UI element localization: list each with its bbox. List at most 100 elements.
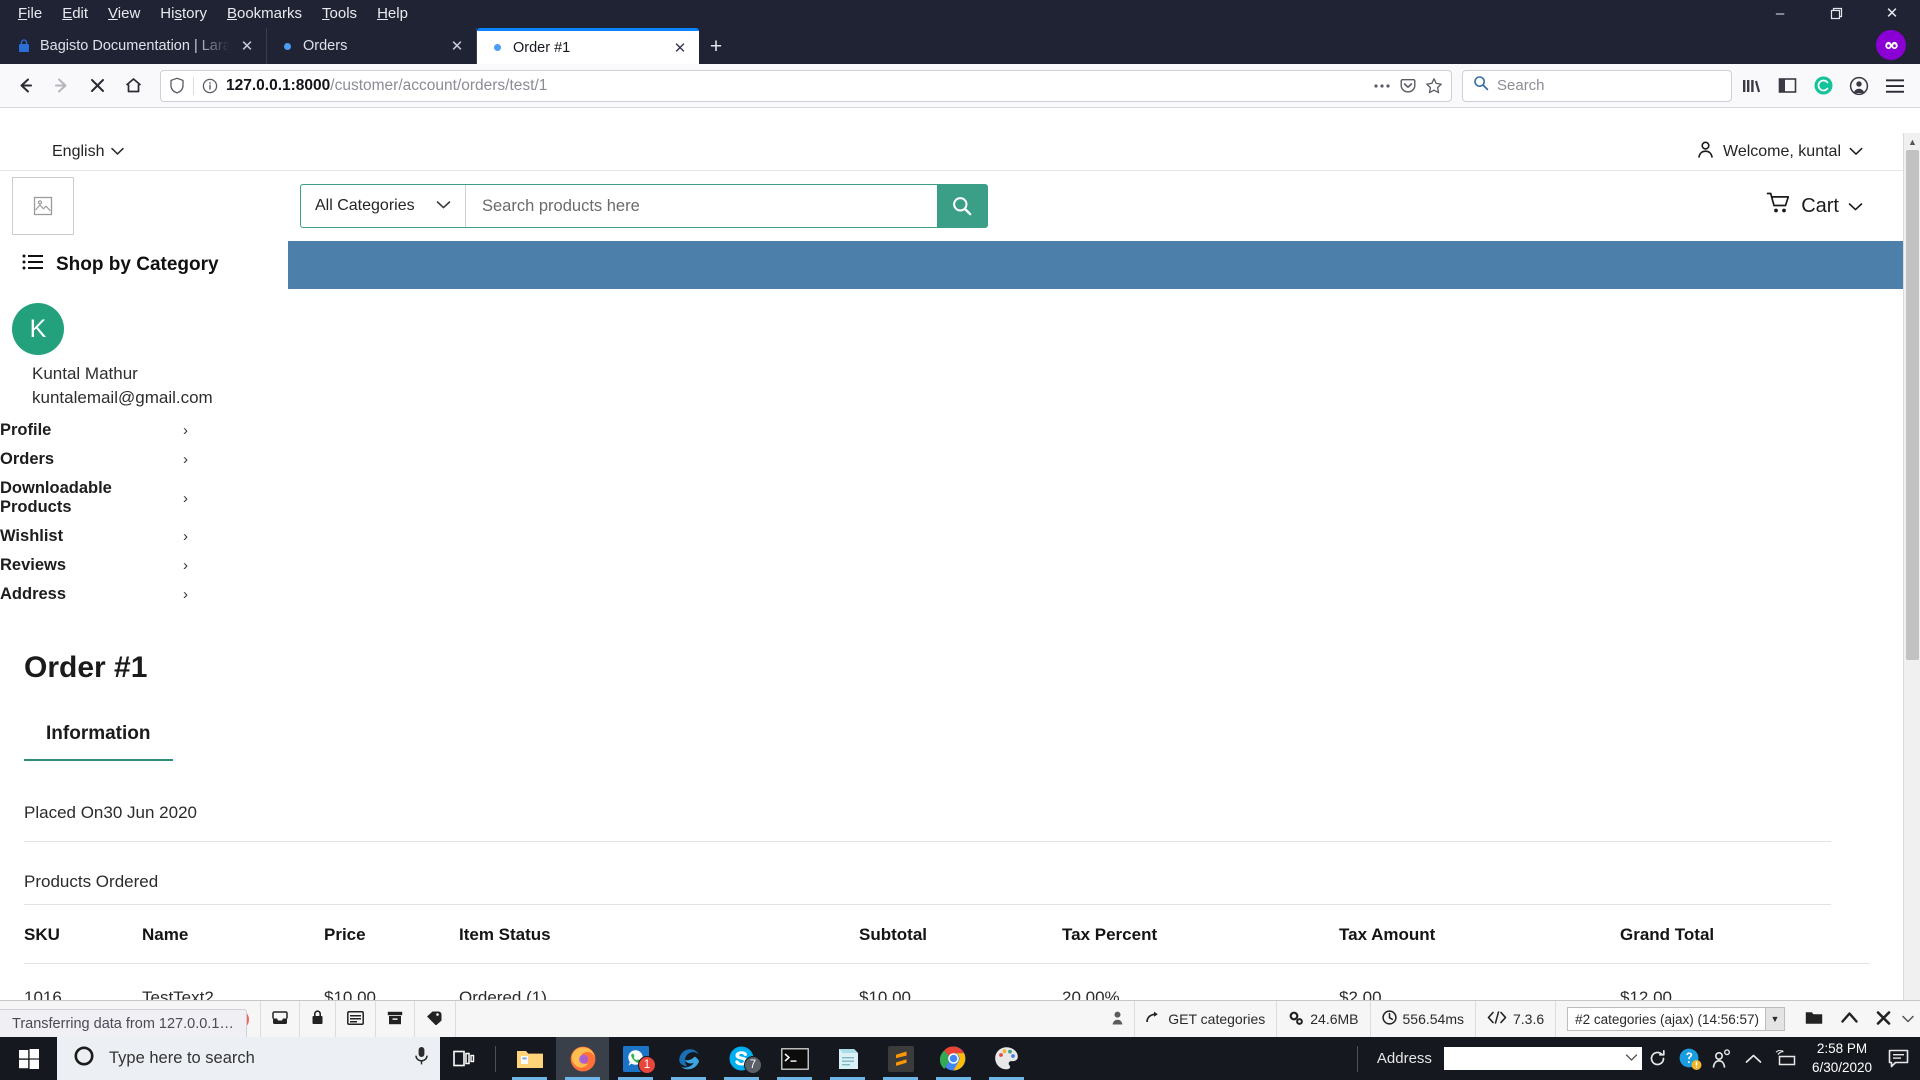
taskbar-clock[interactable]: 2:58 PM 6/30/2020	[1802, 1040, 1882, 1076]
sidebar-item-downloadable-products[interactable]: Downloadable Products ›	[0, 474, 196, 522]
debugbar-collapse-button[interactable]	[1832, 1001, 1867, 1037]
new-tab-button[interactable]: +	[699, 30, 733, 64]
back-button[interactable]	[8, 69, 42, 103]
taskbar-app-whatsapp[interactable]: 1	[609, 1037, 662, 1080]
shop-by-category-button[interactable]: Shop by Category	[0, 241, 288, 289]
tab-orders[interactable]: Orders ✕	[267, 28, 477, 64]
taskbar-app-skype[interactable]: 7	[715, 1037, 768, 1080]
chevron-down-icon[interactable]	[1625, 1053, 1638, 1065]
debugbar-events[interactable]	[415, 1001, 456, 1037]
debugbar-request[interactable]	[336, 1001, 376, 1037]
debugbar-php-version[interactable]: 7.3.6	[1476, 1001, 1557, 1037]
folder-icon	[1805, 1010, 1823, 1028]
taskbar-app-file-explorer[interactable]	[503, 1037, 556, 1080]
cart-menu[interactable]: Cart	[1766, 191, 1863, 221]
sidebar-item-label: Downloadable Products	[0, 479, 112, 516]
sidebar-item-address[interactable]: Address ›	[0, 580, 196, 609]
debugbar-route[interactable]: GET categories	[1134, 1001, 1278, 1037]
debugbar-memory[interactable]: 24.6MB	[1277, 1001, 1371, 1037]
bookmark-star-icon[interactable]	[1425, 77, 1443, 95]
product-search: All Categories Search products here	[300, 184, 988, 228]
menu-history[interactable]: History	[150, 2, 217, 25]
pocket-icon[interactable]	[1399, 77, 1417, 95]
taskbar-app-paint[interactable]	[980, 1037, 1033, 1080]
product-search-input[interactable]: Search products here	[466, 185, 937, 227]
debugbar-time[interactable]: 556.54ms	[1371, 1001, 1476, 1037]
debugbar-request-select[interactable]: #2 categories (ajax) (14:56:57) ▼	[1567, 1007, 1785, 1031]
debugbar-views[interactable]	[376, 1001, 415, 1037]
sidebar-item-profile[interactable]: Profile ›	[0, 416, 196, 445]
debugbar-close-button[interactable]	[1867, 1001, 1900, 1037]
debugbar-user[interactable]	[1101, 1001, 1134, 1037]
menu-edit[interactable]: Edit	[52, 2, 98, 25]
app-menu-icon[interactable]	[1878, 69, 1912, 103]
shield-icon[interactable]	[169, 77, 185, 94]
debugbar-expand-icon[interactable]	[1900, 1001, 1920, 1037]
time-label: 556.54ms	[1402, 1011, 1464, 1027]
product-search-button[interactable]	[937, 185, 987, 227]
show-hidden-icons-icon[interactable]	[1738, 1037, 1770, 1080]
sidebar-item-orders[interactable]: Orders ›	[0, 445, 196, 474]
close-button[interactable]: ✕	[1864, 0, 1920, 26]
sidebar-icon[interactable]	[1770, 69, 1804, 103]
maximize-button[interactable]	[1808, 0, 1864, 26]
tab-information[interactable]: Information	[24, 723, 173, 761]
browser-search-placeholder: Search	[1497, 77, 1545, 94]
welcome-menu[interactable]: Welcome, kuntal	[1696, 140, 1863, 164]
firefox-account-icon[interactable]	[1876, 30, 1906, 60]
start-button[interactable]	[0, 1037, 57, 1080]
close-icon[interactable]: ✕	[671, 39, 689, 57]
menu-view[interactable]: View	[98, 2, 150, 25]
people-icon[interactable]	[1706, 1037, 1738, 1080]
library-icon[interactable]	[1734, 69, 1768, 103]
page-scrollbar[interactable]: ▲	[1903, 133, 1920, 1000]
menu-help[interactable]: Help	[367, 2, 418, 25]
microphone-icon[interactable]	[413, 1046, 430, 1071]
address-toolbar-input[interactable]	[1443, 1047, 1642, 1070]
debugbar-open-button[interactable]	[1796, 1001, 1832, 1037]
close-icon[interactable]: ✕	[448, 37, 466, 55]
scroll-up-icon[interactable]: ▲	[1904, 133, 1920, 150]
menu-bookmarks[interactable]: Bookmarks	[217, 2, 312, 25]
home-button[interactable]	[116, 69, 150, 103]
site-logo[interactable]	[12, 177, 74, 235]
debugbar-messages[interactable]	[261, 1001, 300, 1037]
window-controls: – ✕	[1752, 0, 1920, 26]
debugbar-auth[interactable]	[300, 1001, 336, 1037]
taskbar-app-notepad[interactable]	[821, 1037, 874, 1080]
sidebar-item-reviews[interactable]: Reviews ›	[0, 551, 196, 580]
stop-button[interactable]	[80, 69, 114, 103]
url-bar[interactable]: 127.0.0.1:8000/customer/account/orders/t…	[160, 69, 1452, 102]
action-center-icon[interactable]	[1882, 1037, 1914, 1080]
account-icon[interactable]	[1842, 69, 1876, 103]
url-text[interactable]: 127.0.0.1:8000/customer/account/orders/t…	[226, 77, 1365, 95]
menu-tools[interactable]: Tools	[312, 2, 367, 25]
grammarly-icon[interactable]	[1806, 69, 1840, 103]
minimize-button[interactable]: –	[1752, 0, 1808, 26]
category-select[interactable]: All Categories	[301, 185, 466, 227]
scrollbar-thumb[interactable]	[1906, 150, 1919, 660]
refresh-icon[interactable]	[1642, 1037, 1674, 1080]
sidebar-item-wishlist[interactable]: Wishlist ›	[0, 522, 196, 551]
taskbar-app-firefox[interactable]	[556, 1037, 609, 1080]
search-icon	[1473, 75, 1489, 96]
taskbar-search[interactable]: Type here to search	[57, 1037, 440, 1080]
language-switcher[interactable]: English	[52, 143, 125, 161]
page-info-icon[interactable]	[202, 78, 218, 94]
page-actions-icon[interactable]	[1373, 83, 1391, 89]
taskbar-app-terminal[interactable]	[768, 1037, 821, 1080]
help-icon[interactable]	[1674, 1037, 1706, 1080]
tab-order-1[interactable]: Order #1 ✕	[477, 28, 699, 64]
tab-bagisto-documentation[interactable]: Bagisto Documentation | Larav ✕	[4, 28, 267, 64]
forward-button[interactable]	[44, 69, 78, 103]
task-view-button[interactable]	[440, 1037, 488, 1080]
browser-search-bar[interactable]: Search	[1462, 69, 1732, 102]
network-icon[interactable]	[1770, 1037, 1802, 1080]
menu-file[interactable]: File	[8, 2, 52, 25]
route-label: GET categories	[1168, 1011, 1266, 1027]
taskbar-app-chrome[interactable]	[927, 1037, 980, 1080]
taskbar-app-edge[interactable]	[662, 1037, 715, 1080]
taskbar-app-sublime-text[interactable]	[874, 1037, 927, 1080]
close-icon[interactable]: ✕	[238, 37, 256, 55]
chevron-down-icon[interactable]: ▼	[1765, 1008, 1784, 1030]
